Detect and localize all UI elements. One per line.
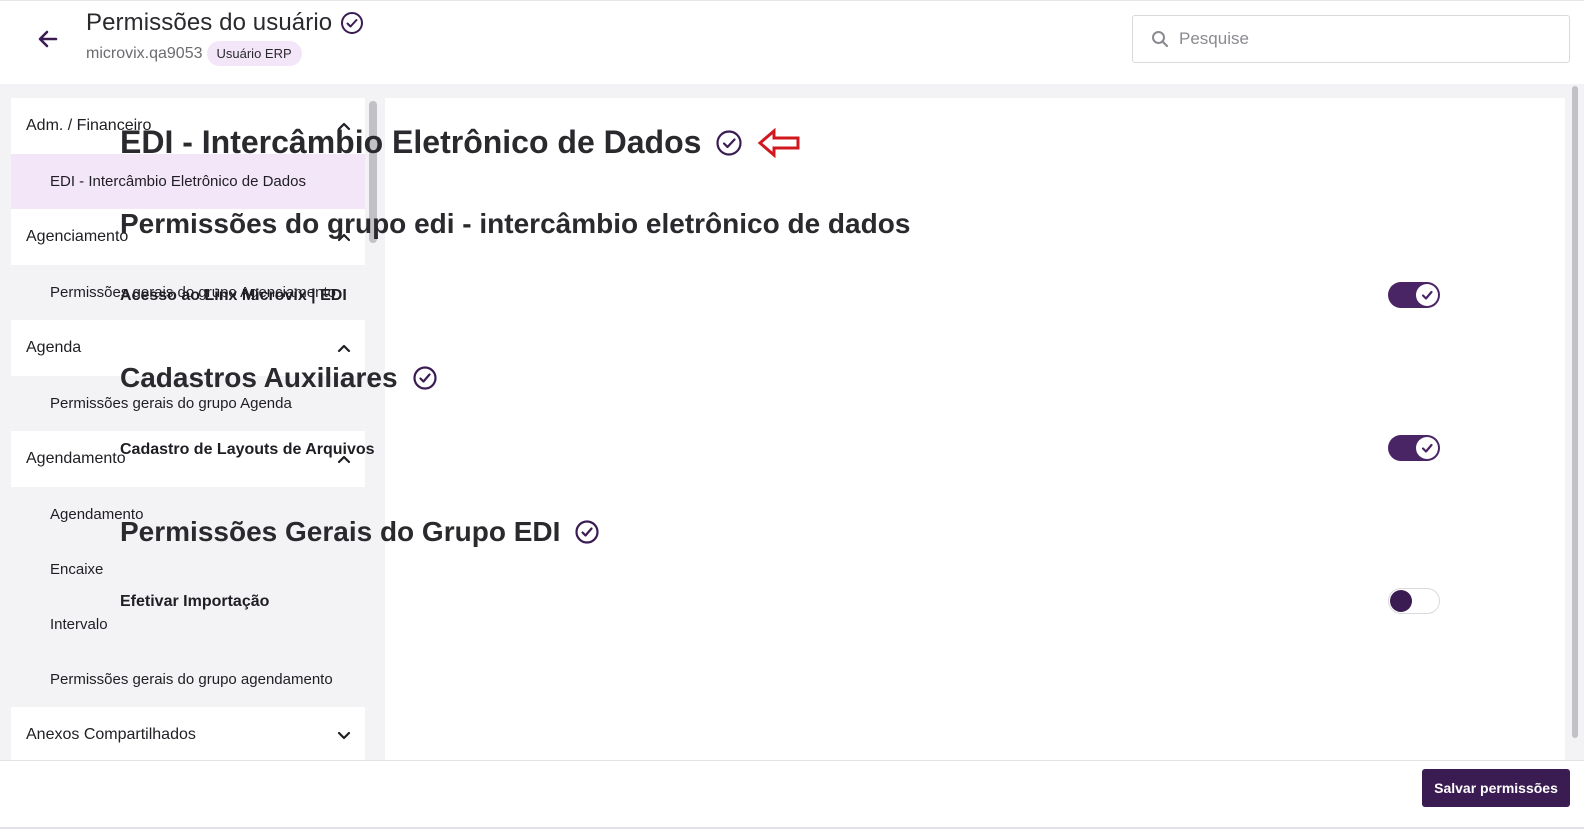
sidebar-item-label: Permissões gerais do grupo Agenda	[50, 395, 292, 412]
sidebar-item-label: Permissões gerais do grupo agendamento	[50, 671, 333, 688]
permission-label-layouts: Cadastro de Layouts de Arquivos	[120, 441, 375, 458]
top-bar: Permissões do usuário microvix.qa9053 Us…	[0, 0, 1584, 84]
search-input[interactable]	[1179, 29, 1559, 49]
sidebar-item-label: Intervalo	[50, 616, 108, 633]
toggle-knob	[1416, 284, 1438, 306]
section-header-geral-edi: Permissões Gerais do Grupo EDI	[120, 516, 600, 548]
user-info: microvix.qa9053 Usuário ERP	[86, 41, 302, 66]
page-title-wrap: Permissões do usuário	[86, 9, 364, 37]
toggle-layouts[interactable]	[1388, 435, 1440, 461]
sidebar-group-label: Anexos Compartilhados	[26, 726, 196, 743]
chevron-up-icon	[337, 344, 351, 353]
toggle-importacao[interactable]	[1388, 588, 1440, 614]
search-box[interactable]	[1132, 15, 1570, 63]
check-circle-icon	[716, 129, 743, 156]
sidebar-group-label: Agenciamento	[26, 228, 129, 245]
chevron-down-icon	[337, 731, 351, 740]
sidebar-item-agendamento-geral[interactable]: Permissões gerais do grupo agendamento	[11, 652, 365, 707]
main-panel	[385, 98, 1565, 760]
search-icon	[1152, 31, 1169, 48]
sidebar-group-anexos[interactable]: Anexos Compartilhados	[11, 707, 365, 760]
back-button[interactable]	[34, 25, 62, 53]
section-header: EDI - Intercâmbio Eletrônico de Dados	[120, 124, 801, 161]
section-title: EDI - Intercâmbio Eletrônico de Dados	[120, 124, 702, 160]
save-permissions-button[interactable]: Salvar permissões	[1422, 769, 1570, 807]
footer-bar: Salvar permissões	[0, 760, 1584, 829]
section-header-cadastros: Cadastros Auxiliares	[120, 362, 438, 394]
sidebar-group-label: Agenda	[26, 339, 82, 356]
sidebar-item-label: EDI - Intercâmbio Eletrônico de Dados	[50, 173, 306, 190]
section-title: Cadastros Auxiliares	[120, 362, 398, 393]
toggle-knob	[1416, 437, 1438, 459]
sidebar: Adm. / Financeiro EDI - Intercâmbio Elet…	[11, 98, 365, 760]
page-scrollbar[interactable]	[1572, 86, 1578, 738]
sidebar-group-label: Agendamento	[26, 450, 126, 467]
sidebar-item-edi[interactable]: EDI - Intercâmbio Eletrônico de Dados	[11, 154, 365, 209]
group-title: Permissões do grupo edi - intercâmbio el…	[120, 208, 911, 239]
username: microvix.qa9053	[86, 44, 203, 62]
toggle-knob	[1390, 590, 1412, 612]
back-arrow-icon	[38, 30, 58, 48]
sidebar-group-agendamento[interactable]: Agendamento	[11, 431, 365, 487]
section-title: Permissões Gerais do Grupo EDI	[120, 516, 561, 547]
permission-label-importacao: Efetivar Importação	[120, 593, 270, 610]
sidebar-item-label: Encaixe	[50, 561, 104, 578]
user-type-badge: Usuário ERP	[206, 41, 302, 66]
red-arrow-icon	[758, 127, 800, 158]
sidebar-item-encaixe[interactable]: Encaixe	[11, 542, 365, 597]
check-circle-icon	[341, 12, 364, 34]
page-title: Permissões do usuário	[86, 9, 333, 36]
checkmark-icon	[1421, 443, 1433, 453]
check-circle-icon	[412, 366, 437, 390]
toggle-access[interactable]	[1388, 282, 1440, 308]
permission-label-access: Acesso ao Linx Microvix | EDI	[120, 287, 347, 304]
check-circle-icon	[575, 520, 599, 544]
checkmark-icon	[1421, 290, 1433, 300]
